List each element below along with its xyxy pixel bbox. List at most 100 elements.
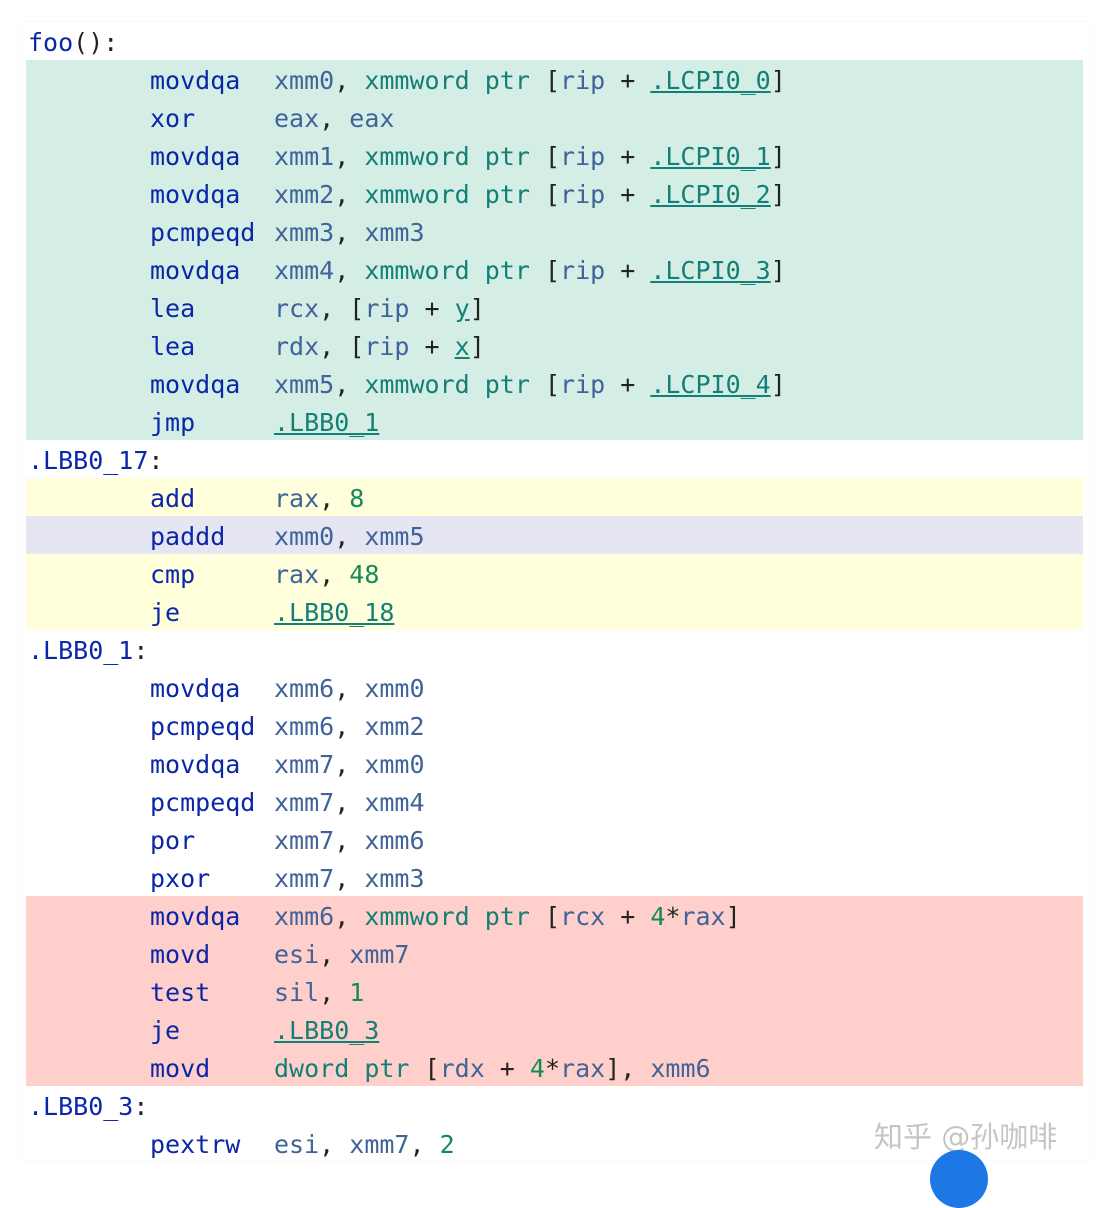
instruction-mnemonic: add xyxy=(150,484,196,513)
punctuation: , xyxy=(409,1130,440,1159)
instruction-mnemonic: test xyxy=(150,978,211,1007)
symbol-link[interactable]: y xyxy=(455,294,470,323)
instruction-operands: .LBB0_1 xyxy=(274,402,379,444)
instruction-operands: xmm0, xmmword ptr [rip + .LCPI0_0] xyxy=(274,60,786,102)
punctuation: , xyxy=(334,522,365,551)
label-name: foo xyxy=(28,28,74,57)
immediate: 48 xyxy=(349,560,380,589)
symbol-link[interactable]: .LCPI0_4 xyxy=(650,370,770,399)
register: xmm0 xyxy=(364,674,425,703)
symbol-link[interactable]: .LBB0_3 xyxy=(274,1016,379,1045)
register: xmm1 xyxy=(274,142,335,171)
symbol-link[interactable]: .LBB0_18 xyxy=(274,598,394,627)
register: xmm3 xyxy=(274,218,335,247)
instruction-mnemonic: movdqa xyxy=(150,180,241,209)
punctuation: + xyxy=(605,902,651,931)
symbol-link[interactable]: .LCPI0_3 xyxy=(650,256,770,285)
register: rax xyxy=(680,902,726,931)
immediate: 2 xyxy=(439,1130,455,1159)
punctuation: , xyxy=(334,218,365,247)
symbol-link[interactable]: .LCPI0_2 xyxy=(650,180,770,209)
register: xmm3 xyxy=(364,864,425,893)
instruction-mnemonic: je xyxy=(150,1016,181,1045)
register: rip xyxy=(560,142,606,171)
zhihu-watermark: 知乎 @孙咖啡 xyxy=(874,1120,1058,1154)
instruction-operands: xmm6, xmm2 xyxy=(274,706,425,748)
instruction-operands: xmm2, xmmword ptr [rip + .LCPI0_2] xyxy=(274,174,786,216)
code-line: movdqa xmm6, xmmword ptr [rcx + 4*rax] xyxy=(26,896,1083,934)
punctuation: ] xyxy=(725,902,741,931)
code-line: por xmm7, xmm6 xyxy=(26,820,1083,858)
punctuation: , xyxy=(334,750,365,779)
label-suffix: : xyxy=(148,446,164,475)
punctuation: [ xyxy=(529,370,561,399)
punctuation: , [ xyxy=(319,294,365,323)
punctuation: [ xyxy=(529,180,561,209)
instruction-operands: sil, 1 xyxy=(274,972,364,1014)
instruction-operands: rax, 48 xyxy=(274,554,379,596)
register: xmm7 xyxy=(274,788,335,817)
code-line: movdqa xmm7, xmm0 xyxy=(26,744,1083,782)
punctuation: + xyxy=(484,1054,530,1083)
code-line: je .LBB0_3 xyxy=(26,1010,1083,1048)
size-keyword: ptr xyxy=(484,902,530,931)
punctuation: [ xyxy=(529,256,561,285)
symbol-link[interactable]: .LCPI0_0 xyxy=(650,66,770,95)
instruction-mnemonic: movdqa xyxy=(150,750,241,779)
code-line: pcmpeqd xmm7, xmm4 xyxy=(26,782,1083,820)
register: xmm4 xyxy=(364,788,425,817)
floating-avatar-icon[interactable] xyxy=(930,1150,988,1208)
code-line: jmp .LBB0_1 xyxy=(26,402,1083,440)
punctuation: + xyxy=(605,142,651,171)
punctuation xyxy=(349,1054,364,1083)
assembly-listing: foo(): movdqa xmm0, xmmword ptr [rip + .LC… xyxy=(26,22,1083,1160)
code-line: lea rdx, [rip + x] xyxy=(26,326,1083,364)
instruction-mnemonic: movdqa xyxy=(150,66,241,95)
register: esi xyxy=(274,1130,320,1159)
punctuation: , [ xyxy=(319,332,365,361)
punctuation: , xyxy=(334,864,365,893)
register: rax xyxy=(274,560,320,589)
immediate: 8 xyxy=(349,484,365,513)
size-keyword: ptr xyxy=(484,142,530,171)
instruction-mnemonic: movd xyxy=(150,940,211,969)
instruction-operands: xmm7, xmm6 xyxy=(274,820,425,862)
punctuation: ] xyxy=(770,370,786,399)
register: xmm7 xyxy=(274,826,335,855)
punctuation: ] xyxy=(770,256,786,285)
code-line: movdqa xmm5, xmmword ptr [rip + .LCPI0_4] xyxy=(26,364,1083,402)
punctuation: ], xyxy=(605,1054,651,1083)
instruction-mnemonic: lea xyxy=(150,332,196,361)
instruction-operands: xmm1, xmmword ptr [rip + .LCPI0_1] xyxy=(274,136,786,178)
register: rax xyxy=(274,484,320,513)
register: xmm2 xyxy=(364,712,425,741)
register: xmm5 xyxy=(364,522,425,551)
code-line: paddd xmm0, xmm5 xyxy=(26,516,1083,554)
size-keyword: ptr xyxy=(484,180,530,209)
code-line: pcmpeqd xmm3, xmm3 xyxy=(26,212,1083,250)
size-keyword: ptr xyxy=(484,256,530,285)
block-label: foo(): xyxy=(28,22,118,64)
symbol-link[interactable]: x xyxy=(455,332,470,361)
instruction-operands: xmm7, xmm0 xyxy=(274,744,425,786)
symbol-link[interactable]: .LCPI0_1 xyxy=(650,142,770,171)
instruction-mnemonic: movdqa xyxy=(150,674,241,703)
code-line: add rax, 8 xyxy=(26,478,1083,516)
code-line: pcmpeqd xmm6, xmm2 xyxy=(26,706,1083,744)
size-keyword: ptr xyxy=(484,66,530,95)
instruction-mnemonic: por xyxy=(150,826,196,855)
instruction-mnemonic: pcmpeqd xyxy=(150,788,256,817)
instruction-operands: xmm3, xmm3 xyxy=(274,212,425,254)
symbol-link[interactable]: .LBB0_1 xyxy=(274,408,379,437)
register: rip xyxy=(560,256,606,285)
punctuation: , xyxy=(334,180,365,209)
register: xmm0 xyxy=(364,750,425,779)
punctuation: [ xyxy=(409,1054,440,1083)
size-keyword: ptr xyxy=(364,1054,410,1083)
punctuation: [ xyxy=(529,902,561,931)
label-suffix: : xyxy=(133,1092,149,1121)
punctuation xyxy=(470,66,485,95)
block-label: .LBB0_17: xyxy=(28,440,163,482)
punctuation xyxy=(470,370,485,399)
code-line: test sil, 1 xyxy=(26,972,1083,1010)
